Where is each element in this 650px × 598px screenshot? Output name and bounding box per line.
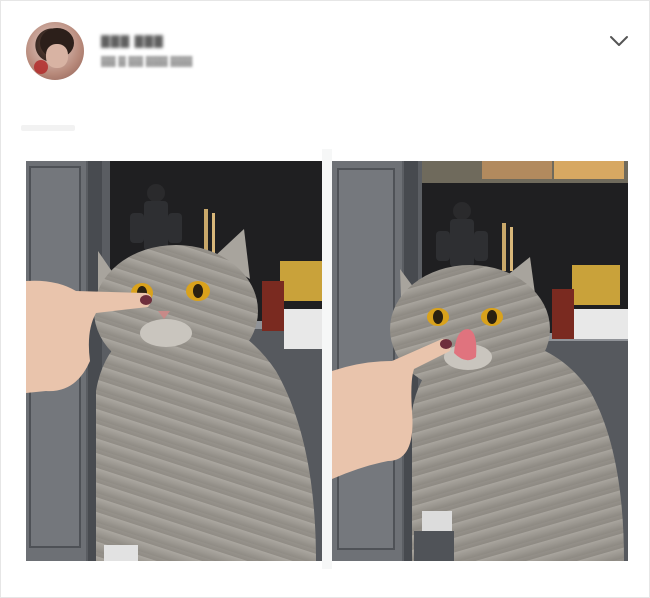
post-header: ▓▓▓ ▓▓▓ ▓▓ ▓ ▓▓ ▓▓▓ ▓▓▓ bbox=[1, 1, 650, 91]
photo-left[interactable] bbox=[26, 161, 322, 561]
image-divider bbox=[322, 149, 332, 569]
avatar[interactable] bbox=[26, 22, 84, 80]
caption-placeholder bbox=[21, 125, 75, 131]
avatar-face bbox=[46, 44, 68, 68]
author-name[interactable]: ▓▓▓ ▓▓▓ bbox=[101, 34, 181, 48]
post-card: ▓▓▓ ▓▓▓ ▓▓ ▓ ▓▓ ▓▓▓ ▓▓▓ bbox=[0, 0, 650, 598]
chevron-down-icon[interactable] bbox=[607, 31, 631, 51]
avatar-accent bbox=[34, 60, 48, 74]
author-meta: ▓▓ ▓ ▓▓ ▓▓▓ ▓▓▓ bbox=[101, 56, 193, 67]
photo-right[interactable] bbox=[332, 161, 628, 561]
